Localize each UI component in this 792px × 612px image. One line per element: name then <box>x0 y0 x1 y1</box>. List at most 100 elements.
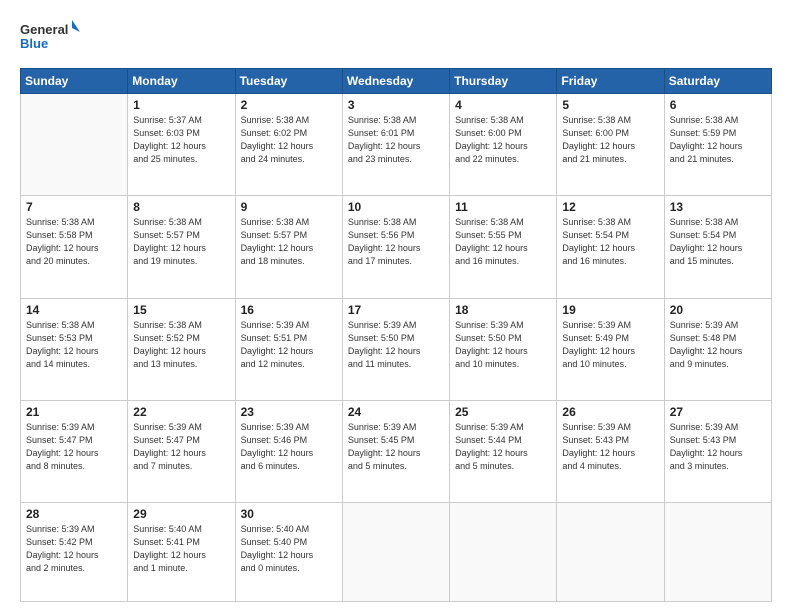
day-info: Sunrise: 5:38 AM Sunset: 5:54 PM Dayligh… <box>562 216 658 268</box>
calendar-week-row: 7 Sunrise: 5:38 AM Sunset: 5:58 PM Daylig… <box>21 196 772 298</box>
day-number: 2 <box>241 98 337 112</box>
day-number: 29 <box>133 507 229 521</box>
day-number: 6 <box>670 98 766 112</box>
day-info: Sunrise: 5:39 AM Sunset: 5:42 PM Dayligh… <box>26 523 122 575</box>
day-number: 24 <box>348 405 444 419</box>
day-info: Sunrise: 5:39 AM Sunset: 5:47 PM Dayligh… <box>133 421 229 473</box>
calendar-cell <box>21 94 128 196</box>
calendar-cell: 2Sunrise: 5:38 AM Sunset: 6:02 PM Daylig… <box>235 94 342 196</box>
day-number: 30 <box>241 507 337 521</box>
day-number: 26 <box>562 405 658 419</box>
column-header-friday: Friday <box>557 69 664 94</box>
day-info: Sunrise: 5:39 AM Sunset: 5:50 PM Dayligh… <box>348 319 444 371</box>
calendar-cell: 9Sunrise: 5:38 AM Sunset: 5:57 PM Daylig… <box>235 196 342 298</box>
day-number: 14 <box>26 303 122 317</box>
day-info: Sunrise: 5:38 AM Sunset: 5:55 PM Dayligh… <box>455 216 551 268</box>
day-info: Sunrise: 5:39 AM Sunset: 5:48 PM Dayligh… <box>670 319 766 371</box>
calendar-week-row: 28 Sunrise: 5:39 AM Sunset: 5:42 PM Dayli… <box>21 503 772 602</box>
calendar-cell: 27 Sunrise: 5:39 AM Sunset: 5:43 PM Dayli… <box>664 400 771 502</box>
day-number: 4 <box>455 98 551 112</box>
day-number: 16 <box>241 303 337 317</box>
day-info: Sunrise: 5:39 AM Sunset: 5:44 PM Dayligh… <box>455 421 551 473</box>
calendar-cell <box>664 503 771 602</box>
calendar-cell: 30 Sunrise: 5:40 AM Sunset: 5:40 PM Dayli… <box>235 503 342 602</box>
day-info: Sunrise: 5:39 AM Sunset: 5:43 PM Dayligh… <box>562 421 658 473</box>
calendar-cell: 16Sunrise: 5:39 AM Sunset: 5:51 PM Dayli… <box>235 298 342 400</box>
column-header-monday: Monday <box>128 69 235 94</box>
calendar-week-row: 14 Sunrise: 5:38 AM Sunset: 5:53 PM Dayli… <box>21 298 772 400</box>
day-number: 5 <box>562 98 658 112</box>
svg-text:Blue: Blue <box>20 36 48 51</box>
calendar-cell: 12Sunrise: 5:38 AM Sunset: 5:54 PM Dayli… <box>557 196 664 298</box>
calendar-cell <box>450 503 557 602</box>
calendar-cell: 11 Sunrise: 5:38 AM Sunset: 5:55 PM Dayli… <box>450 196 557 298</box>
day-number: 8 <box>133 200 229 214</box>
day-number: 9 <box>241 200 337 214</box>
calendar-cell: 6 Sunrise: 5:38 AM Sunset: 5:59 PM Daylig… <box>664 94 771 196</box>
day-number: 23 <box>241 405 337 419</box>
calendar-cell: 19 Sunrise: 5:39 AM Sunset: 5:49 PM Dayli… <box>557 298 664 400</box>
calendar-cell: 4 Sunrise: 5:38 AM Sunset: 6:00 PM Daylig… <box>450 94 557 196</box>
calendar-cell: 29 Sunrise: 5:40 AM Sunset: 5:41 PM Dayli… <box>128 503 235 602</box>
day-info: Sunrise: 5:38 AM Sunset: 5:54 PM Dayligh… <box>670 216 766 268</box>
calendar-cell: 15Sunrise: 5:38 AM Sunset: 5:52 PM Dayli… <box>128 298 235 400</box>
day-info: Sunrise: 5:39 AM Sunset: 5:46 PM Dayligh… <box>241 421 337 473</box>
svg-text:General: General <box>20 22 68 37</box>
day-info: Sunrise: 5:38 AM Sunset: 6:00 PM Dayligh… <box>455 114 551 166</box>
column-header-sunday: Sunday <box>21 69 128 94</box>
calendar-cell: 7 Sunrise: 5:38 AM Sunset: 5:58 PM Daylig… <box>21 196 128 298</box>
day-number: 19 <box>562 303 658 317</box>
day-number: 21 <box>26 405 122 419</box>
calendar-cell: 3Sunrise: 5:38 AM Sunset: 6:01 PM Daylig… <box>342 94 449 196</box>
calendar-cell: 10 Sunrise: 5:38 AM Sunset: 5:56 PM Dayli… <box>342 196 449 298</box>
day-info: Sunrise: 5:38 AM Sunset: 5:56 PM Dayligh… <box>348 216 444 268</box>
day-number: 13 <box>670 200 766 214</box>
calendar-table: SundayMondayTuesdayWednesdayThursdayFrid… <box>20 68 772 602</box>
day-info: Sunrise: 5:39 AM Sunset: 5:47 PM Dayligh… <box>26 421 122 473</box>
day-info: Sunrise: 5:38 AM Sunset: 6:01 PM Dayligh… <box>348 114 444 166</box>
calendar-cell: 21 Sunrise: 5:39 AM Sunset: 5:47 PM Dayli… <box>21 400 128 502</box>
day-info: Sunrise: 5:39 AM Sunset: 5:45 PM Dayligh… <box>348 421 444 473</box>
day-info: Sunrise: 5:39 AM Sunset: 5:50 PM Dayligh… <box>455 319 551 371</box>
day-info: Sunrise: 5:38 AM Sunset: 5:57 PM Dayligh… <box>133 216 229 268</box>
day-number: 20 <box>670 303 766 317</box>
calendar-cell: 22 Sunrise: 5:39 AM Sunset: 5:47 PM Dayli… <box>128 400 235 502</box>
calendar-cell: 20 Sunrise: 5:39 AM Sunset: 5:48 PM Dayli… <box>664 298 771 400</box>
calendar-cell: 5Sunrise: 5:38 AM Sunset: 6:00 PM Daylig… <box>557 94 664 196</box>
day-info: Sunrise: 5:40 AM Sunset: 5:41 PM Dayligh… <box>133 523 229 575</box>
day-number: 11 <box>455 200 551 214</box>
day-info: Sunrise: 5:38 AM Sunset: 5:59 PM Dayligh… <box>670 114 766 166</box>
column-header-tuesday: Tuesday <box>235 69 342 94</box>
day-number: 7 <box>26 200 122 214</box>
calendar-cell: 23 Sunrise: 5:39 AM Sunset: 5:46 PM Dayli… <box>235 400 342 502</box>
column-header-thursday: Thursday <box>450 69 557 94</box>
calendar-cell: 25 Sunrise: 5:39 AM Sunset: 5:44 PM Dayli… <box>450 400 557 502</box>
column-header-saturday: Saturday <box>664 69 771 94</box>
calendar-week-row: 1 Sunrise: 5:37 AM Sunset: 6:03 PM Daylig… <box>21 94 772 196</box>
day-info: Sunrise: 5:38 AM Sunset: 5:53 PM Dayligh… <box>26 319 122 371</box>
day-info: Sunrise: 5:37 AM Sunset: 6:03 PM Dayligh… <box>133 114 229 166</box>
calendar-cell: 18 Sunrise: 5:39 AM Sunset: 5:50 PM Dayli… <box>450 298 557 400</box>
calendar-cell: 14 Sunrise: 5:38 AM Sunset: 5:53 PM Dayli… <box>21 298 128 400</box>
day-number: 18 <box>455 303 551 317</box>
day-info: Sunrise: 5:38 AM Sunset: 5:58 PM Dayligh… <box>26 216 122 268</box>
day-number: 22 <box>133 405 229 419</box>
logo: General Blue <box>20 18 80 58</box>
day-number: 27 <box>670 405 766 419</box>
calendar-cell: 8 Sunrise: 5:38 AM Sunset: 5:57 PM Daylig… <box>128 196 235 298</box>
calendar-cell: 13 Sunrise: 5:38 AM Sunset: 5:54 PM Dayli… <box>664 196 771 298</box>
calendar-cell: 17 Sunrise: 5:39 AM Sunset: 5:50 PM Dayli… <box>342 298 449 400</box>
day-info: Sunrise: 5:40 AM Sunset: 5:40 PM Dayligh… <box>241 523 337 575</box>
day-number: 28 <box>26 507 122 521</box>
calendar-cell: 28 Sunrise: 5:39 AM Sunset: 5:42 PM Dayli… <box>21 503 128 602</box>
header: General Blue <box>20 18 772 58</box>
calendar-cell <box>557 503 664 602</box>
day-number: 1 <box>133 98 229 112</box>
day-number: 25 <box>455 405 551 419</box>
day-info: Sunrise: 5:38 AM Sunset: 5:52 PM Dayligh… <box>133 319 229 371</box>
column-header-wednesday: Wednesday <box>342 69 449 94</box>
day-info: Sunrise: 5:39 AM Sunset: 5:49 PM Dayligh… <box>562 319 658 371</box>
day-number: 17 <box>348 303 444 317</box>
day-info: Sunrise: 5:39 AM Sunset: 5:43 PM Dayligh… <box>670 421 766 473</box>
day-number: 10 <box>348 200 444 214</box>
